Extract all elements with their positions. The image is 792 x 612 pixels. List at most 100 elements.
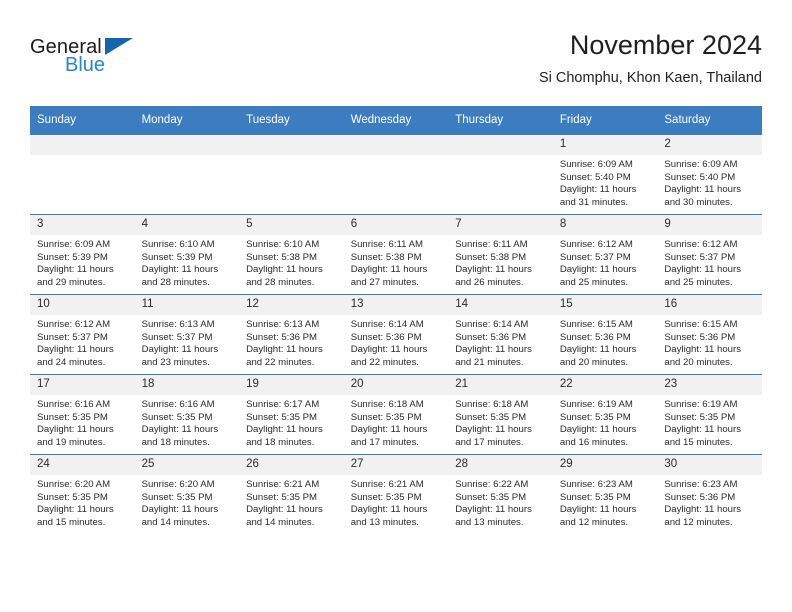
weekday-header-monday: Monday xyxy=(134,106,240,135)
calendar-day-cell[interactable]: 27 Sunrise: 6:21 AM Sunset: 5:35 PM Dayligh… xyxy=(343,454,449,534)
day-number: 1 xyxy=(552,135,658,155)
calendar-cell-empty xyxy=(134,134,240,215)
sunrise-time: Sunrise: 6:20 AM xyxy=(141,479,215,490)
sunset-time: Sunset: 5:36 PM xyxy=(350,331,422,343)
day-details: Sunrise: 6:10 AM Sunset: 5:39 PM Daylight:… xyxy=(135,235,240,289)
calendar-day-cell[interactable]: 13 Sunrise: 6:14 AM Sunset: 5:36 PM Dayligh… xyxy=(343,294,449,375)
calendar-week-row: 1 Sunrise: 6:09 AM Sunset: 5:40 PM Daylight… xyxy=(30,134,762,215)
calendar-cell-empty xyxy=(448,134,553,215)
calendar-day-cell[interactable]: 30 Sunrise: 6:23 AM Sunset: 5:36 PM Dayligh… xyxy=(657,454,762,534)
day-details: Sunrise: 6:19 AM Sunset: 5:35 PM Daylight:… xyxy=(553,395,658,449)
daylight-duration-line1: Daylight: 11 hours xyxy=(664,344,741,356)
daylight-duration-line2: and 13 minutes. xyxy=(350,516,419,528)
daylight-duration-line1: Daylight: 11 hours xyxy=(141,264,219,276)
sunrise-time: Sunrise: 6:09 AM xyxy=(664,159,738,170)
day-details: Sunrise: 6:16 AM Sunset: 5:35 PM Daylight:… xyxy=(30,395,135,449)
weekday-header-tuesday: Tuesday xyxy=(239,106,344,135)
sunset-time: Sunset: 5:37 PM xyxy=(559,251,631,263)
calendar-day-cell[interactable]: 26 Sunrise: 6:21 AM Sunset: 5:35 PM Dayligh… xyxy=(239,454,344,534)
calendar-day-cell[interactable]: 18 Sunrise: 6:16 AM Sunset: 5:35 PM Dayligh… xyxy=(134,374,240,455)
day-details: Sunrise: 6:22 AM Sunset: 5:35 PM Daylight:… xyxy=(448,475,553,529)
daylight-duration-line1: Daylight: 11 hours xyxy=(246,424,323,436)
daylight-duration-line2: and 20 minutes. xyxy=(664,356,733,368)
day-number: 26 xyxy=(239,455,344,475)
day-number: 25 xyxy=(134,455,240,475)
daylight-duration-line2: and 31 minutes. xyxy=(559,196,629,208)
daylight-duration-line1: Daylight: 11 hours xyxy=(246,344,323,356)
weekday-header-friday: Friday xyxy=(552,106,658,135)
day-details: Sunrise: 6:09 AM Sunset: 5:39 PM Daylight:… xyxy=(30,235,135,289)
sunrise-time: Sunrise: 6:11 AM xyxy=(455,239,528,250)
calendar-table: Sunday Monday Tuesday Wednesday Thursday… xyxy=(30,106,762,534)
day-details: Sunrise: 6:21 AM Sunset: 5:35 PM Daylight:… xyxy=(344,475,449,529)
daylight-duration-line2: and 12 minutes. xyxy=(559,516,629,528)
day-details: Sunrise: 6:13 AM Sunset: 5:37 PM Daylight:… xyxy=(135,315,240,369)
title-block: November 2024 Si Chomphu, Khon Kaen, Tha… xyxy=(539,28,762,89)
daylight-duration-line1: Daylight: 11 hours xyxy=(664,184,741,196)
day-details: Sunrise: 6:21 AM Sunset: 5:35 PM Daylight:… xyxy=(239,475,344,529)
sunrise-time: Sunrise: 6:10 AM xyxy=(246,239,320,250)
daylight-duration-line2: and 13 minutes. xyxy=(455,516,524,528)
calendar-day-cell[interactable]: 5 Sunrise: 6:10 AM Sunset: 5:38 PM Daylight… xyxy=(239,214,344,295)
day-number: 22 xyxy=(552,375,658,395)
calendar-day-cell[interactable]: 25 Sunrise: 6:20 AM Sunset: 5:35 PM Dayligh… xyxy=(134,454,240,534)
sunset-time: Sunset: 5:35 PM xyxy=(664,411,736,423)
calendar-day-cell[interactable]: 21 Sunrise: 6:18 AM Sunset: 5:35 PM Dayligh… xyxy=(448,374,553,455)
calendar-day-cell[interactable]: 10 Sunrise: 6:12 AM Sunset: 5:37 PM Dayligh… xyxy=(30,294,135,375)
day-details: Sunrise: 6:09 AM Sunset: 5:40 PM Daylight:… xyxy=(553,155,658,209)
sunset-time: Sunset: 5:39 PM xyxy=(141,251,213,263)
calendar-day-cell[interactable]: 14 Sunrise: 6:14 AM Sunset: 5:36 PM Dayligh… xyxy=(448,294,553,375)
sunrise-time: Sunrise: 6:09 AM xyxy=(37,239,111,250)
day-number: 23 xyxy=(657,375,762,395)
sunrise-time: Sunrise: 6:18 AM xyxy=(350,399,424,410)
sunset-time: Sunset: 5:35 PM xyxy=(455,411,527,423)
calendar-day-cell[interactable]: 2 Sunrise: 6:09 AM Sunset: 5:40 PM Daylight… xyxy=(657,134,762,215)
calendar-day-cell[interactable]: 7 Sunrise: 6:11 AM Sunset: 5:38 PM Daylight… xyxy=(448,214,553,295)
calendar-day-cell[interactable]: 16 Sunrise: 6:15 AM Sunset: 5:36 PM Dayligh… xyxy=(657,294,762,375)
day-number: 24 xyxy=(30,455,135,475)
calendar-day-cell[interactable]: 3 Sunrise: 6:09 AM Sunset: 5:39 PM Daylight… xyxy=(30,214,135,295)
day-number: 17 xyxy=(30,375,135,395)
page-title: November 2024 xyxy=(569,30,762,60)
calendar-day-cell[interactable]: 8 Sunrise: 6:12 AM Sunset: 5:37 PM Daylight… xyxy=(552,214,658,295)
calendar-day-cell[interactable]: 20 Sunrise: 6:18 AM Sunset: 5:35 PM Dayligh… xyxy=(343,374,449,455)
calendar-day-cell[interactable]: 24 Sunrise: 6:20 AM Sunset: 5:35 PM Dayligh… xyxy=(30,454,135,534)
daylight-duration-line1: Daylight: 11 hours xyxy=(559,184,637,196)
calendar-cell-empty xyxy=(343,134,449,215)
calendar-day-cell[interactable]: 11 Sunrise: 6:13 AM Sunset: 5:37 PM Dayligh… xyxy=(134,294,240,375)
calendar-day-cell[interactable]: 6 Sunrise: 6:11 AM Sunset: 5:38 PM Daylight… xyxy=(343,214,449,295)
day-number: 13 xyxy=(343,295,449,315)
sunset-time: Sunset: 5:35 PM xyxy=(37,491,108,503)
calendar-day-cell[interactable]: 28 Sunrise: 6:22 AM Sunset: 5:35 PM Dayligh… xyxy=(448,454,553,534)
logo-text-blue: Blue xyxy=(65,54,106,76)
daylight-duration-line1: Daylight: 11 hours xyxy=(141,344,219,356)
calendar-day-cell[interactable]: 19 Sunrise: 6:17 AM Sunset: 5:35 PM Dayligh… xyxy=(239,374,344,455)
calendar-cell-empty xyxy=(30,134,135,215)
calendar-day-cell[interactable]: 4 Sunrise: 6:10 AM Sunset: 5:39 PM Daylight… xyxy=(134,214,240,295)
calendar-day-cell[interactable]: 1 Sunrise: 6:09 AM Sunset: 5:40 PM Daylight… xyxy=(552,134,658,215)
sunrise-time: Sunrise: 6:17 AM xyxy=(246,399,320,410)
sunset-time: Sunset: 5:35 PM xyxy=(141,411,213,423)
sunrise-time: Sunrise: 6:21 AM xyxy=(350,479,424,490)
calendar-day-cell[interactable]: 12 Sunrise: 6:13 AM Sunset: 5:36 PM Dayligh… xyxy=(239,294,344,375)
calendar-day-cell[interactable]: 22 Sunrise: 6:19 AM Sunset: 5:35 PM Dayligh… xyxy=(552,374,658,455)
calendar-day-cell[interactable]: 29 Sunrise: 6:23 AM Sunset: 5:35 PM Dayligh… xyxy=(552,454,658,534)
calendar-day-cell[interactable]: 23 Sunrise: 6:19 AM Sunset: 5:35 PM Dayligh… xyxy=(657,374,762,455)
daylight-duration-line2: and 28 minutes. xyxy=(246,276,315,288)
calendar-day-cell[interactable]: 17 Sunrise: 6:16 AM Sunset: 5:35 PM Dayligh… xyxy=(30,374,135,455)
daylight-duration-line2: and 18 minutes. xyxy=(246,436,315,448)
calendar-day-cell[interactable]: 15 Sunrise: 6:15 AM Sunset: 5:36 PM Dayligh… xyxy=(552,294,658,375)
day-number: 9 xyxy=(657,215,762,235)
sunrise-time: Sunrise: 6:16 AM xyxy=(37,399,111,410)
daylight-duration-line1: Daylight: 11 hours xyxy=(664,504,741,516)
calendar-week-row: 10 Sunrise: 6:12 AM Sunset: 5:37 PM Dayligh… xyxy=(30,294,762,375)
sunrise-time: Sunrise: 6:21 AM xyxy=(246,479,320,490)
day-number: 3 xyxy=(30,215,135,235)
sunset-time: Sunset: 5:35 PM xyxy=(559,411,631,423)
day-number: 30 xyxy=(657,455,762,475)
calendar-day-cell[interactable]: 9 Sunrise: 6:12 AM Sunset: 5:37 PM Daylight… xyxy=(657,214,762,295)
sunset-time: Sunset: 5:36 PM xyxy=(664,491,736,503)
general-blue-logo[interactable]: General Blue xyxy=(30,36,180,84)
daylight-duration-line2: and 20 minutes. xyxy=(559,356,629,368)
daylight-duration-line2: and 22 minutes. xyxy=(350,356,419,368)
